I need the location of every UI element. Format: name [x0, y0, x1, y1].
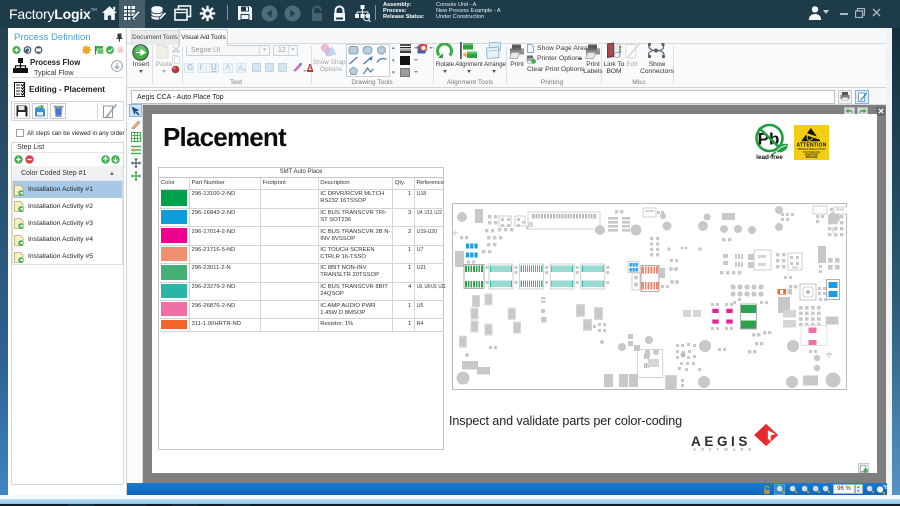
svg-text:lead-free: lead-free	[756, 154, 783, 160]
svg-text:DEVICES: DEVICES	[806, 155, 818, 159]
svg-text:ATTENTION: ATTENTION	[796, 143, 826, 149]
svg-text:OBSERVE PRECAUTIONS: OBSERVE PRECAUTIONS	[797, 148, 826, 151]
